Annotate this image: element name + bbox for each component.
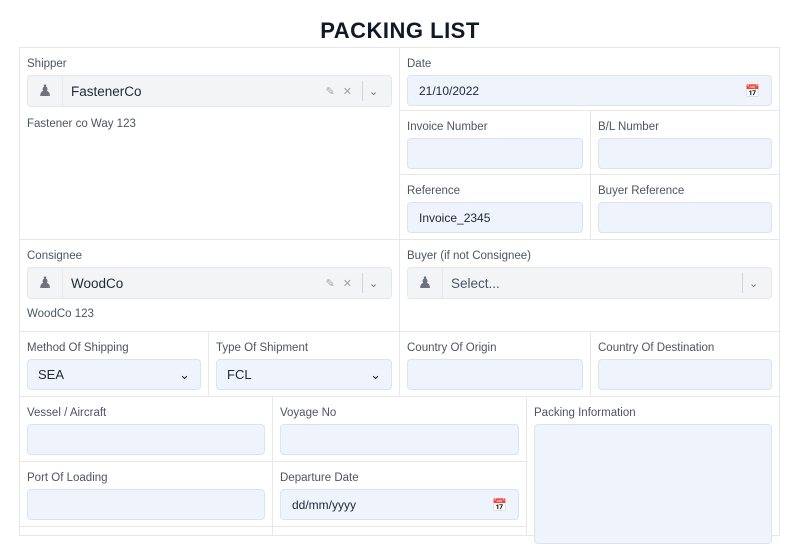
- calendar-icon[interactable]: 📅: [745, 84, 760, 98]
- type-of-shipment-cell: Type Of Shipment FCL ⌄: [208, 331, 400, 397]
- shipper-label: Shipper: [27, 58, 67, 70]
- type-of-shipment-label: Type Of Shipment: [216, 342, 309, 354]
- date-input[interactable]: 21/10/2022 📅: [407, 75, 772, 106]
- chevron-down-icon[interactable]: ⌄: [749, 277, 767, 290]
- consignee-label: Consignee: [27, 250, 82, 262]
- packing-information-cell: Packing Information: [526, 396, 780, 544]
- vessel-input[interactable]: [27, 424, 265, 455]
- bl-number-label: B/L Number: [598, 121, 659, 133]
- invoice-number-label: Invoice Number: [407, 121, 488, 133]
- buyer-reference-cell: Buyer Reference: [590, 174, 780, 240]
- edit-icon[interactable]: ✎: [326, 85, 335, 98]
- country-of-destination-label: Country Of Destination: [598, 342, 715, 354]
- method-of-shipping-label: Method Of Shipping: [27, 342, 129, 354]
- type-of-shipment-dropdown[interactable]: FCL ⌄: [216, 359, 392, 390]
- invoice-number-input[interactable]: [407, 138, 583, 169]
- calendar-icon[interactable]: 📅: [492, 498, 507, 512]
- port-of-loading-input[interactable]: [27, 489, 265, 520]
- buyer-reference-label: Buyer Reference: [598, 185, 685, 197]
- departure-date-cell: Departure Date dd/mm/yyyy 📅: [272, 461, 527, 527]
- voyage-no-label: Voyage No: [280, 407, 337, 419]
- divider: [362, 81, 363, 101]
- consignee-value: WoodCo: [71, 275, 124, 291]
- country-of-origin-input[interactable]: [407, 359, 583, 390]
- type-of-shipment-value: FCL: [227, 367, 252, 382]
- chevron-down-icon: ⌄: [370, 366, 381, 382]
- chevron-down-icon: ⌄: [179, 366, 190, 382]
- buyer-select[interactable]: ♟ Select... ⌄: [407, 267, 772, 299]
- reference-input[interactable]: Invoice_2345: [407, 202, 583, 233]
- packing-information-label: Packing Information: [534, 407, 636, 419]
- port-of-loading-cell: Port Of Loading: [19, 461, 273, 527]
- packing-information-textarea[interactable]: [534, 424, 772, 544]
- person-icon: ♟: [28, 76, 63, 106]
- voyage-no-input[interactable]: [280, 424, 519, 455]
- buyer-cell: Buyer (if not Consignee) ♟ Select... ⌄: [399, 239, 780, 332]
- person-icon: ♟: [28, 268, 63, 298]
- country-of-destination-cell: Country Of Destination: [590, 331, 780, 397]
- consignee-select[interactable]: ♟ WoodCo ✎ ✕ ⌄: [27, 267, 392, 299]
- country-of-origin-cell: Country Of Origin: [399, 331, 591, 397]
- edit-icon[interactable]: ✎: [326, 277, 335, 290]
- consignee-cell: Consignee ♟ WoodCo ✎ ✕ ⌄ WoodCo 123: [19, 239, 400, 332]
- consignee-address: WoodCo 123: [27, 308, 94, 320]
- shipper-value: FastenerCo: [71, 83, 142, 99]
- vessel-cell: Vessel / Aircraft: [19, 396, 273, 462]
- method-of-shipping-value: SEA: [38, 367, 65, 382]
- next-row-cell: [272, 526, 527, 536]
- chevron-down-icon[interactable]: ⌄: [369, 277, 387, 290]
- clear-icon[interactable]: ✕: [343, 277, 352, 290]
- country-of-destination-input[interactable]: [598, 359, 772, 390]
- country-of-origin-label: Country Of Origin: [407, 342, 497, 354]
- port-of-loading-label: Port Of Loading: [27, 472, 108, 484]
- next-row-cell: [19, 526, 273, 536]
- date-cell: Date 21/10/2022 📅: [399, 47, 780, 111]
- vessel-label: Vessel / Aircraft: [27, 407, 107, 419]
- page-title: PACKING LIST: [320, 18, 480, 43]
- reference-label: Reference: [407, 185, 461, 197]
- divider: [742, 273, 743, 293]
- divider: [362, 273, 363, 293]
- departure-date-input[interactable]: dd/mm/yyyy 📅: [280, 489, 519, 520]
- shipper-select[interactable]: ♟ FastenerCo ✎ ✕ ⌄: [27, 75, 392, 107]
- method-of-shipping-dropdown[interactable]: SEA ⌄: [27, 359, 201, 390]
- buyer-placeholder: Select...: [451, 275, 500, 291]
- chevron-down-icon[interactable]: ⌄: [369, 85, 387, 98]
- shipper-cell: Shipper ♟ FastenerCo ✎ ✕ ⌄ Fastener co W…: [19, 47, 400, 240]
- date-value: 21/10/2022: [419, 83, 480, 98]
- bl-number-cell: B/L Number: [590, 110, 780, 175]
- reference-cell: Reference Invoice_2345: [399, 174, 591, 240]
- buyer-label: Buyer (if not Consignee): [407, 250, 532, 262]
- clear-icon[interactable]: ✕: [343, 85, 352, 98]
- shipper-address: Fastener co Way 123: [27, 118, 136, 130]
- departure-date-placeholder: dd/mm/yyyy: [292, 497, 357, 512]
- person-icon: ♟: [408, 268, 443, 298]
- method-of-shipping-cell: Method Of Shipping SEA ⌄: [19, 331, 209, 397]
- invoice-number-cell: Invoice Number: [399, 110, 591, 175]
- departure-date-label: Departure Date: [280, 472, 359, 484]
- voyage-no-cell: Voyage No: [272, 396, 527, 462]
- bl-number-input[interactable]: [598, 138, 772, 169]
- date-label: Date: [407, 58, 432, 70]
- buyer-reference-input[interactable]: [598, 202, 772, 233]
